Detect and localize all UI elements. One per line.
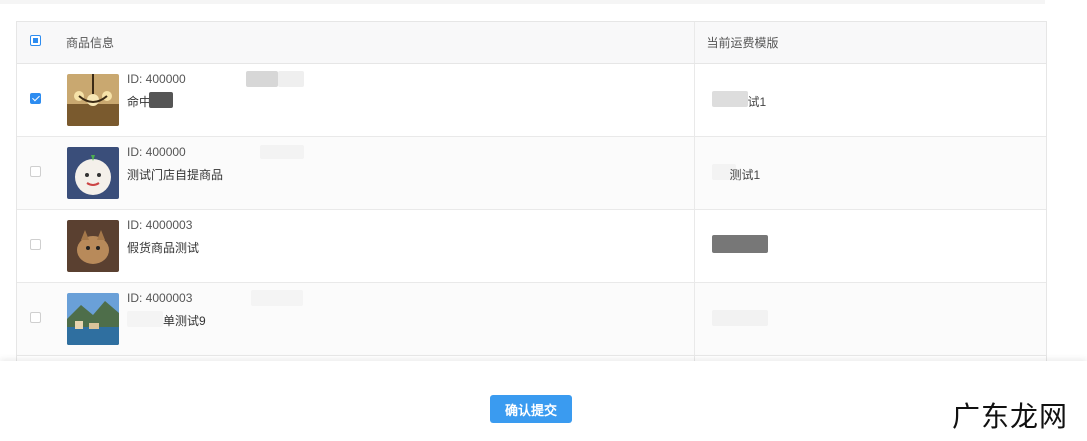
product-name: 假货商品测试: [127, 240, 200, 255]
redaction-mask: [278, 70, 304, 87]
table-row[interactable]: ID: 400000 测试门店自提商品 测试1: [17, 136, 1046, 210]
row-checkbox[interactable]: [30, 238, 41, 250]
row-checkbox[interactable]: [30, 311, 41, 323]
product-id: ID: 400000: [127, 71, 186, 86]
redaction-mask: [251, 289, 303, 306]
product-thumbnail: [67, 292, 119, 345]
confirm-submit-button[interactable]: 确认提交: [490, 395, 572, 423]
template-name: 测试1: [729, 167, 761, 182]
row-checkbox[interactable]: [30, 92, 41, 104]
top-strip: [0, 0, 1045, 4]
product-table: 商品信息 当前运费模版 ID: 400000 命中 试1 ID: 400000 …: [16, 21, 1047, 362]
redaction-mask: [711, 234, 768, 253]
redaction-mask: [711, 90, 748, 107]
watermark-logo: 广东龙网: [952, 400, 1069, 433]
product-thumbnail: [67, 73, 119, 126]
header-current-template: 当前运费模版: [693, 22, 1046, 64]
redaction-mask: [260, 144, 304, 159]
redaction-mask: [149, 91, 173, 108]
table-row[interactable]: ID: 4000003 假货商品测试: [17, 209, 1046, 283]
template-name: 试1: [747, 94, 767, 109]
table-row[interactable]: ID: 400000 命中 试1: [17, 63, 1046, 137]
product-name: 单测试9: [163, 313, 206, 328]
product-id: ID: 400000: [127, 144, 186, 159]
select-all-checkbox[interactable]: [30, 35, 41, 47]
product-id: ID: 4000003: [127, 290, 193, 305]
product-id: ID: 4000003: [127, 217, 193, 232]
product-name: 命中: [127, 94, 152, 109]
table-header-row: 商品信息 当前运费模版: [17, 22, 1046, 64]
redaction-mask: [127, 310, 163, 327]
header-product-info: 商品信息: [54, 22, 694, 64]
redaction-mask: [246, 70, 278, 87]
product-thumbnail: [67, 219, 119, 272]
product-name: 测试门店自提商品: [127, 167, 224, 182]
row-checkbox[interactable]: [30, 165, 41, 177]
footer-bar: 确认提交 广东龙网: [0, 361, 1087, 441]
product-thumbnail: [67, 146, 119, 199]
redaction-mask: [711, 309, 768, 326]
select-all-cell: [17, 22, 54, 64]
table-row[interactable]: ID: 4000003 单测试9: [17, 282, 1046, 356]
